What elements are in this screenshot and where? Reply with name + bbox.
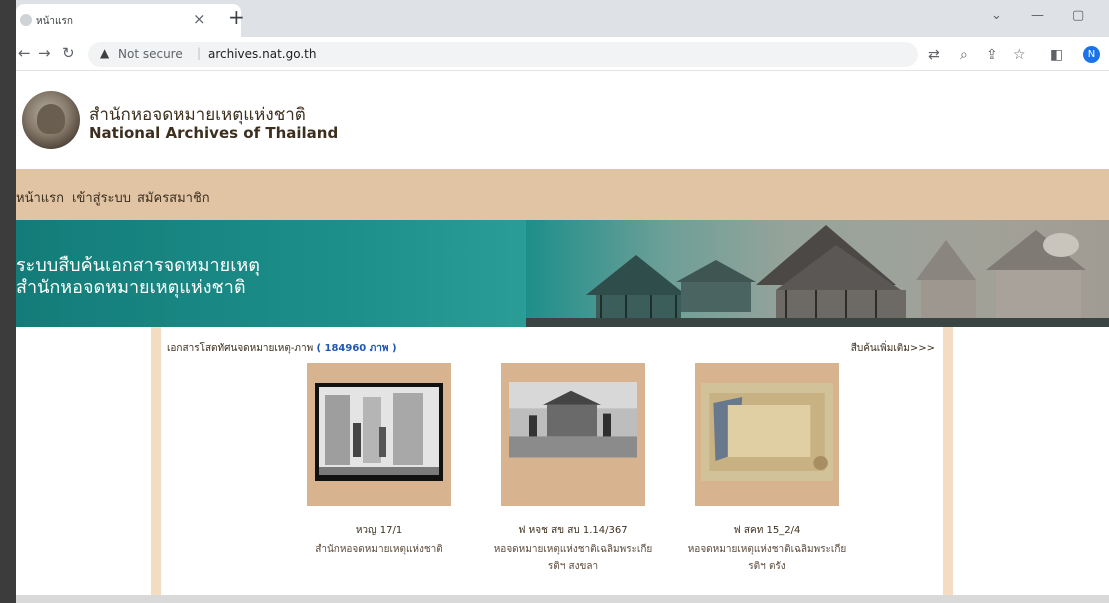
historic-buildings-photo (526, 220, 1109, 327)
back-icon[interactable]: ← (18, 44, 31, 62)
national-archives-seal-logo[interactable] (22, 91, 80, 149)
reload-icon[interactable]: ↻ (62, 44, 75, 62)
archive-photo-thumbnail[interactable] (509, 382, 637, 468)
browser-tab[interactable]: หน้าแรก × (16, 4, 241, 37)
gallery-title: เอกสารโสตทัศนจดหมายเหตุ-ภาพ (167, 343, 314, 354)
tab-strip: หน้าแรก × + ⌄ — ▢ (16, 0, 1109, 37)
card-agency-line2: รติฯ ตรัง (748, 561, 786, 572)
card-agency: หอจดหมายเหตุแห่งชาติเฉลิมพระเกีย รติฯ สง… (473, 541, 673, 575)
tab-title: หน้าแรก (36, 16, 73, 27)
tab-close-icon[interactable]: × (193, 10, 206, 28)
archive-photo-thumbnail[interactable] (701, 383, 833, 481)
url-text[interactable]: archives.nat.go.th (208, 47, 316, 61)
gallery-card[interactable] (695, 363, 839, 506)
gallery-section: เอกสารโสตทัศนจดหมายเหตุ-ภาพ ( 184960 ภาพ… (161, 327, 943, 603)
zoom-icon[interactable]: ⌕ (960, 47, 968, 63)
translate-icon[interactable]: ⇄ (928, 47, 940, 63)
forward-icon[interactable]: → (38, 44, 51, 62)
card-agency-line1: สำนักหอจดหมายเหตุแห่งชาติ (315, 544, 443, 555)
nav-item-home[interactable]: หน้าแรก (16, 187, 64, 208)
nav-item-login[interactable]: เข้าสู่ระบบ (72, 187, 131, 208)
browser-toolbar: ← → ↻ ▲ Not secure | archives.nat.go.th … (16, 37, 1109, 71)
page-favicon-icon (20, 14, 32, 26)
card-agency-line2: รติฯ สงขลา (547, 561, 599, 572)
card-code[interactable]: หวญ 17/1 (279, 523, 479, 538)
address-bar[interactable]: ▲ Not secure | archives.nat.go.th (88, 42, 918, 67)
horizontal-scrollbar[interactable] (16, 595, 1109, 603)
not-secure-warning-icon[interactable]: ▲ (100, 46, 109, 60)
hero-banner: ระบบสืบค้นเอกสารจดหมายเหตุ สำนักหอจดหมาย… (16, 220, 1109, 327)
side-panel-icon[interactable]: ◧ (1050, 47, 1063, 63)
minimize-icon[interactable]: — (1031, 8, 1044, 23)
omnibox-separator: | (197, 46, 202, 60)
card-agency-line1: หอจดหมายเหตุแห่งชาติเฉลิมพระเกีย (493, 544, 653, 555)
gallery-heading: เอกสารโสตทัศนจดหมายเหตุ-ภาพ ( 184960 ภาพ… (167, 341, 397, 356)
gallery-card[interactable] (307, 363, 451, 506)
banner-title-line2: สำนักหอจดหมายเหตุแห่งชาติ (16, 277, 246, 298)
card-code[interactable]: ฟ หจช สข สบ 1.14/367 (473, 523, 673, 538)
gallery-count: ( 184960 ภาพ ) (316, 343, 397, 354)
profile-avatar[interactable]: N (1083, 46, 1100, 63)
archive-photo-thumbnail[interactable] (315, 383, 443, 481)
security-status[interactable]: Not secure (118, 47, 183, 61)
main-nav: หน้าแรก เข้าสู่ระบบ สมัครสมาชิก (16, 169, 1109, 220)
card-code[interactable]: ฟ สคท 15_2/4 (667, 523, 867, 538)
card-agency-line1: หอจดหมายเหตุแห่งชาติเฉลิมพระเกีย (687, 544, 847, 555)
restore-icon[interactable]: ▢ (1072, 8, 1084, 23)
bookmark-star-icon[interactable]: ☆ (1013, 47, 1026, 63)
browser-window: หน้าแรก × + ⌄ — ▢ ← → ↻ ▲ Not secure | a… (16, 0, 1109, 603)
card-agency: สำนักหอจดหมายเหตุแห่งชาติ (279, 541, 479, 558)
new-tab-button[interactable]: + (228, 5, 245, 29)
gallery-card[interactable] (501, 363, 645, 506)
nav-item-register[interactable]: สมัครสมาชิก (137, 187, 210, 208)
search-more-link[interactable]: สืบค้นเพิ่มเติม>>> (851, 341, 935, 356)
share-icon[interactable]: ⇪ (986, 47, 998, 63)
content-panel: เอกสารโสตทัศนจดหมายเหตุ-ภาพ ( 184960 ภาพ… (151, 327, 953, 603)
site-name-english: National Archives of Thailand (89, 124, 339, 142)
tab-search-icon[interactable]: ⌄ (991, 8, 1002, 23)
card-agency: หอจดหมายเหตุแห่งชาติเฉลิมพระเกีย รติฯ ตร… (667, 541, 867, 575)
site-header: สำนักหอจดหมายเหตุแห่งชาติ National Archi… (16, 72, 1109, 169)
